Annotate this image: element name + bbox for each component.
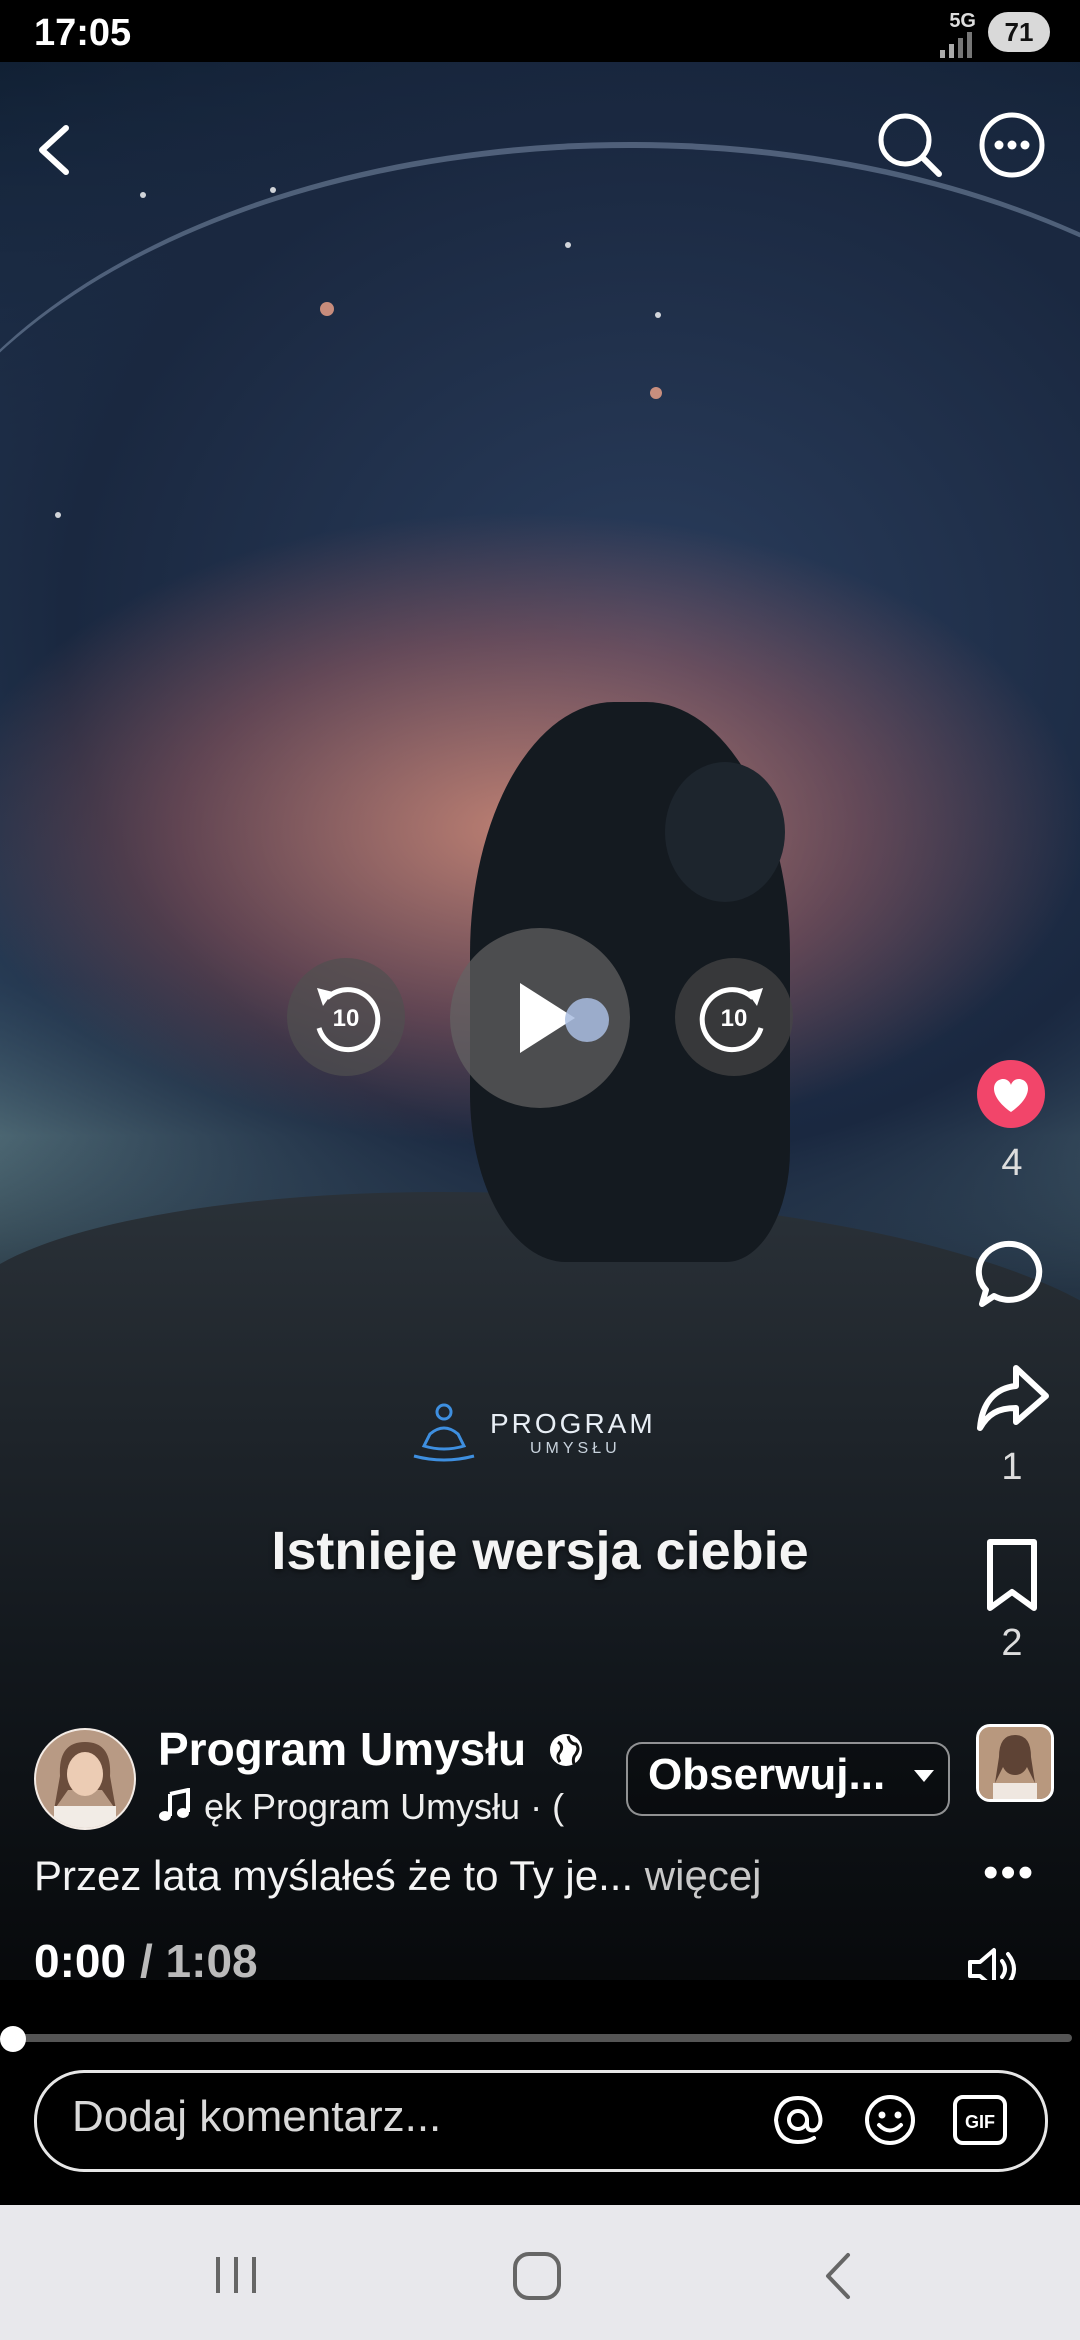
- author-photo: [36, 1730, 134, 1828]
- more-options-icon[interactable]: [977, 110, 1047, 180]
- comment-button[interactable]: [972, 1234, 1052, 1314]
- share-button[interactable]: [972, 1358, 1052, 1438]
- back-nav-icon[interactable]: [818, 2251, 858, 2301]
- recent-apps-icon[interactable]: [212, 2253, 260, 2297]
- description-text: Przez lata myślałeś że to Ty je...: [34, 1852, 634, 1899]
- forward-10-icon: 10: [699, 987, 764, 1053]
- battery-indicator: 71: [988, 12, 1050, 52]
- logo-text-umyslu: UMYSŁU: [530, 1440, 621, 1457]
- comment-placeholder[interactable]: Dodaj komentarz...: [72, 2092, 441, 2142]
- post-description[interactable]: Przez lata myślałeś że to Ty je... więce…: [34, 1852, 762, 1900]
- progress-thumb[interactable]: [0, 2026, 26, 2052]
- home-icon[interactable]: [510, 2249, 564, 2303]
- back-button[interactable]: [30, 120, 80, 180]
- astronaut-helmet: [665, 762, 785, 902]
- logo-text-program: PROGRAM: [490, 1408, 656, 1439]
- like-button[interactable]: [977, 1060, 1045, 1128]
- signal-icon: [940, 32, 972, 58]
- audio-source-avatar[interactable]: [976, 1724, 1054, 1802]
- audio-track-label[interactable]: ęk Program Umysłu · (: [204, 1786, 604, 1828]
- play-icon: [520, 983, 609, 1053]
- author-avatar[interactable]: [34, 1728, 136, 1830]
- seek-back-button[interactable]: 10: [287, 958, 405, 1076]
- system-nav-bar: [0, 2205, 1080, 2340]
- seek-forward-label: 10: [721, 1005, 748, 1032]
- progress-track[interactable]: [12, 2034, 1072, 2042]
- person-thumbnail: [979, 1727, 1051, 1799]
- gif-icon[interactable]: GIF: [952, 2094, 1008, 2146]
- rewind-10-icon: 10: [316, 987, 381, 1053]
- video-caption-overlay: Istnieje wersja ciebie: [271, 1521, 809, 1581]
- more-actions-button[interactable]: •••: [983, 1848, 1035, 1898]
- follow-label[interactable]: Obserwuj...: [648, 1750, 885, 1800]
- save-button[interactable]: [972, 1536, 1052, 1616]
- heart-icon: [994, 1078, 1028, 1112]
- search-icon[interactable]: [875, 110, 945, 180]
- status-bar: [0, 0, 1080, 62]
- globe-icon: [550, 1734, 582, 1766]
- like-count: 4: [1001, 1142, 1023, 1184]
- see-more-link[interactable]: więcej: [633, 1852, 762, 1899]
- share-count: 1: [1001, 1446, 1023, 1488]
- music-note-icon: [159, 1788, 190, 1821]
- status-time: 17:05: [34, 12, 132, 54]
- emoji-icon[interactable]: [862, 2092, 918, 2148]
- seek-forward-button[interactable]: 10: [675, 958, 793, 1076]
- save-count: 2: [1001, 1622, 1023, 1664]
- chevron-down-icon[interactable]: [912, 1768, 936, 1784]
- play-button[interactable]: [450, 928, 630, 1108]
- seek-back-label: 10: [333, 1005, 360, 1032]
- svg-text:GIF: GIF: [965, 2112, 995, 2132]
- author-name[interactable]: Program Umysłu: [158, 1722, 526, 1776]
- mention-icon[interactable]: [770, 2092, 826, 2148]
